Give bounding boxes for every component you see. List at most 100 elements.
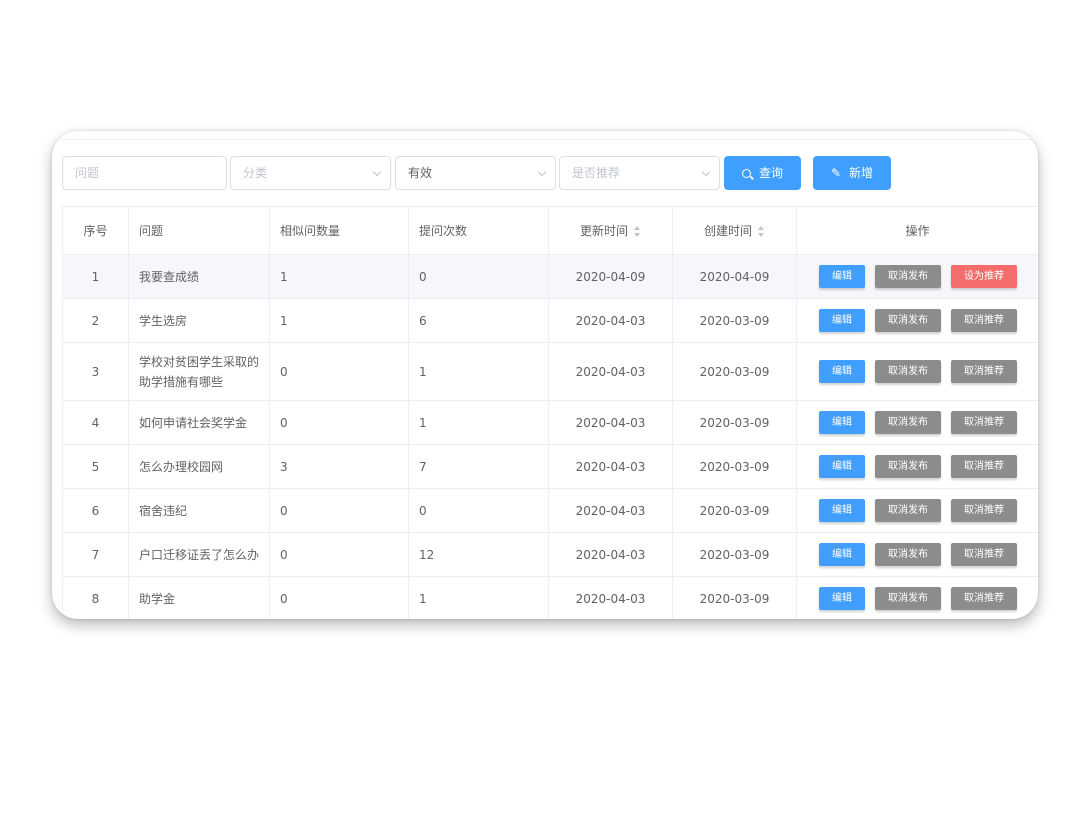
cell-updated: 2020-04-03 [548,488,673,533]
cell-ask-count: 0 [408,488,549,533]
cell-ask-count: 7 [408,444,549,489]
cell-created: 2020-03-09 [672,444,797,489]
cell-question: 户口迁移证丢了怎么办 [128,532,270,577]
cell-updated: 2020-04-03 [548,532,673,577]
header-actions: 操作 [796,206,1038,255]
cell-index: 5 [62,444,129,489]
unpublish-button[interactable]: 取消发布 [875,265,941,288]
table-row: 1 我要查成绩 1 0 2020-04-09 2020-04-09 编辑 取消发布 设为推荐 [62,254,1038,299]
cell-index: 7 [62,532,129,577]
sort-icon[interactable] [758,226,765,237]
edit-button[interactable]: 编辑 [819,587,865,610]
cell-actions: 编辑 取消发布 取消推荐 [796,342,1038,401]
edit-button[interactable]: 编辑 [819,360,865,383]
chevron-down-icon [701,167,711,177]
header-created[interactable]: 创建时间 [672,206,797,255]
recommend-select[interactable]: 是否推荐 [559,156,720,190]
cell-similar-count: 0 [269,532,409,577]
search-icon [741,169,751,178]
table-row: 3 学校对贫困学生采取的助学措施有哪些 0 1 2020-04-03 2020-03-09… [62,342,1038,401]
cell-similar-count: 0 [269,400,409,445]
content-card: 问题 分类 有效 是否推荐 查询 ✎ 新增 序号 问题 相似问数量 提问次数 更… [52,131,1038,619]
cell-updated: 2020-04-09 [548,254,673,299]
recommend-toggle-button[interactable]: 取消推荐 [951,587,1017,610]
edit-button[interactable]: 编辑 [819,499,865,522]
question-text: 我要查成绩 [139,269,200,284]
recommend-toggle-button[interactable]: 取消推荐 [951,309,1017,332]
cell-ask-count: 12 [408,532,549,577]
cell-actions: 编辑 取消发布 取消推荐 [796,444,1038,489]
recommend-toggle-button[interactable]: 取消推荐 [951,360,1017,383]
question-text: 怎么办理校园网 [139,459,224,474]
recommend-toggle-button[interactable]: 取消推荐 [951,499,1017,522]
question-text: 学生选房 [139,313,188,328]
cell-actions: 编辑 取消发布 取消推荐 [796,298,1038,343]
cell-question: 助学金 [128,576,270,619]
unpublish-button[interactable]: 取消发布 [875,543,941,566]
table-row: 8 助学金 0 1 2020-04-03 2020-03-09 编辑 取消发布 取消推荐 [62,576,1038,619]
cell-similar-count: 0 [269,342,409,401]
cell-ask-count: 1 [408,576,549,619]
unpublish-button[interactable]: 取消发布 [875,411,941,434]
unpublish-button[interactable]: 取消发布 [875,499,941,522]
recommend-toggle-button[interactable]: 设为推荐 [951,265,1017,288]
cell-ask-count: 6 [408,298,549,343]
question-text: 如何申请社会奖学金 [139,415,248,430]
add-button-label: 新增 [849,166,874,180]
table-row: 7 户口迁移证丢了怎么办 0 12 2020-04-03 2020-03-09 编辑 取消发布… [62,532,1038,577]
search-button[interactable]: 查询 [724,156,801,190]
cell-updated: 2020-04-03 [548,400,673,445]
cell-actions: 编辑 取消发布 取消推荐 [796,488,1038,533]
recommend-toggle-button[interactable]: 取消推荐 [951,411,1017,434]
recommend-toggle-button[interactable]: 取消推荐 [951,543,1017,566]
cell-index: 3 [62,342,129,401]
cell-created: 2020-04-09 [672,254,797,299]
cell-ask-count: 1 [408,400,549,445]
status-select-value: 有效 [408,166,433,180]
category-select[interactable]: 分类 [230,156,391,190]
header-index: 序号 [62,206,129,255]
chevron-down-icon [537,167,547,177]
edit-button[interactable]: 编辑 [819,265,865,288]
header-ask-count: 提问次数 [408,206,549,255]
edit-pen-icon: ✎ [830,166,842,180]
question-table: 序号 问题 相似问数量 提问次数 更新时间 创建时间 操作 1 我要查成绩 1 0 20… [62,206,1038,619]
question-input-placeholder: 问题 [75,166,100,180]
cell-actions: 编辑 取消发布 设为推荐 [796,254,1038,299]
table-body: 1 我要查成绩 1 0 2020-04-09 2020-04-09 编辑 取消发布 设为推荐 2 学… [62,254,1038,619]
question-input[interactable]: 问题 [62,156,227,190]
cell-similar-count: 1 [269,298,409,343]
cell-similar-count: 3 [269,444,409,489]
edit-button[interactable]: 编辑 [819,411,865,434]
unpublish-button[interactable]: 取消发布 [875,587,941,610]
unpublish-button[interactable]: 取消发布 [875,309,941,332]
cell-updated: 2020-04-03 [548,444,673,489]
table-row: 2 学生选房 1 6 2020-04-03 2020-03-09 编辑 取消发布 取消推荐 [62,298,1038,343]
question-text: 助学金 [139,591,176,606]
add-button[interactable]: ✎ 新增 [813,156,891,190]
unpublish-button[interactable]: 取消发布 [875,360,941,383]
question-text: 学校对贫困学生采取的助学措施有哪些 [139,354,260,389]
unpublish-button[interactable]: 取消发布 [875,455,941,478]
sort-icon[interactable] [634,226,641,237]
cell-question: 宿舍违纪 [128,488,270,533]
search-button-label: 查询 [758,166,783,180]
cell-ask-count: 1 [408,342,549,401]
cell-updated: 2020-04-03 [548,576,673,619]
cell-ask-count: 0 [408,254,549,299]
cell-index: 2 [62,298,129,343]
cell-actions: 编辑 取消发布 取消推荐 [796,576,1038,619]
header-updated-label: 更新时间 [579,224,628,238]
status-select[interactable]: 有效 [395,156,556,190]
category-select-placeholder: 分类 [243,166,268,180]
edit-button[interactable]: 编辑 [819,309,865,332]
edit-button[interactable]: 编辑 [819,543,865,566]
header-created-label: 创建时间 [703,224,752,238]
recommend-toggle-button[interactable]: 取消推荐 [951,455,1017,478]
cell-index: 6 [62,488,129,533]
cell-updated: 2020-04-03 [548,342,673,401]
header-updated[interactable]: 更新时间 [548,206,673,255]
cell-index: 1 [62,254,129,299]
question-text: 户口迁移证丢了怎么办 [139,547,260,562]
edit-button[interactable]: 编辑 [819,455,865,478]
